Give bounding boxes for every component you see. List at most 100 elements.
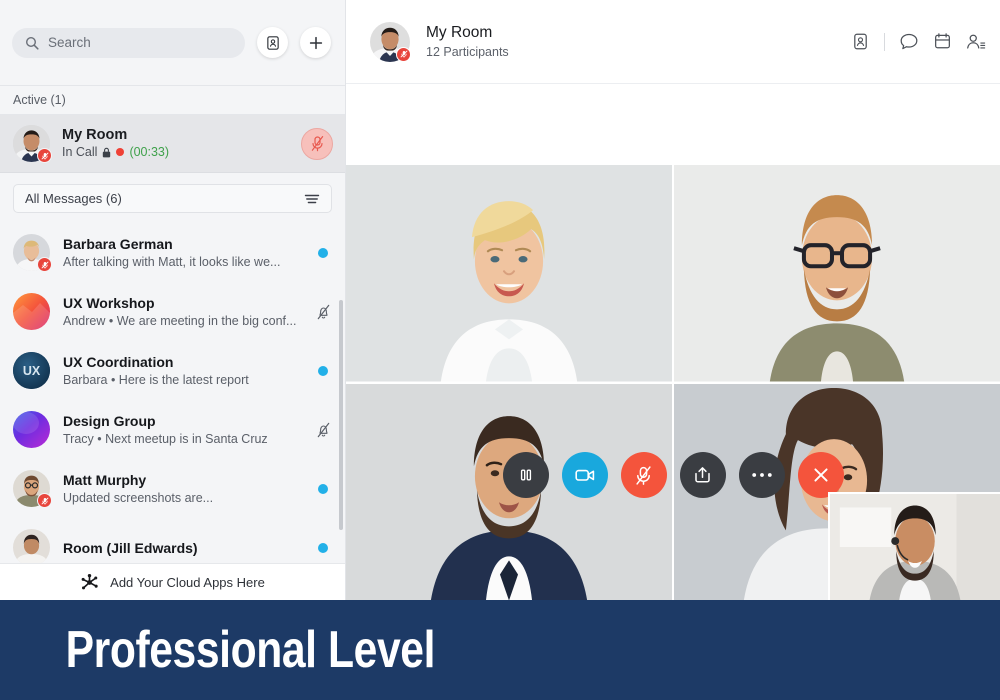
bell-muted-icon	[316, 304, 331, 320]
cloud-apps-starburst-icon	[80, 573, 99, 592]
cloud-apps-bar[interactable]: Add Your Cloud Apps Here	[0, 563, 345, 600]
list-item-name: Design Group	[63, 412, 156, 429]
list-item-name: Barbara German	[63, 235, 173, 252]
list-item-meta: Matt Murphy Updated screenshots are...	[63, 471, 301, 507]
list-item-preview: Barbara • Here is the latest report	[63, 372, 249, 387]
call-timer: (00:33)	[129, 144, 170, 159]
video-tile[interactable]	[346, 165, 672, 382]
list-item-status	[314, 365, 332, 376]
contact-card-icon	[265, 35, 281, 51]
share-upload-icon	[692, 465, 713, 485]
main-panel: My Room 12 Participants	[346, 0, 1000, 600]
video-area-spacer	[346, 84, 1000, 165]
svg-text:UX: UX	[23, 364, 41, 378]
active-room-status-text: In Call	[62, 144, 98, 159]
calendar-icon[interactable]	[933, 32, 952, 51]
list-item-name: UX Coordination	[63, 353, 174, 370]
room-header-actions	[851, 32, 986, 51]
mic-muted-badge	[37, 257, 52, 272]
list-item-meta: UX Workshop Andrew • We are meeting in t…	[63, 294, 301, 330]
list-item-name: Matt Murphy	[63, 471, 147, 488]
lock-icon	[102, 147, 111, 158]
video-grid	[346, 165, 1000, 600]
list-item-preview: Andrew • We are meeting in the big conf.…	[63, 313, 297, 328]
sidebar: Search Active (1) My Room In Call (00:33…	[0, 0, 346, 600]
chat-bubble-icon[interactable]	[899, 32, 919, 51]
more-options-button[interactable]	[738, 452, 785, 498]
contacts-button[interactable]	[257, 27, 288, 58]
message-filter-label: All Messages (6)	[25, 191, 122, 206]
active-section-header: Active (1)	[0, 86, 345, 115]
contact-card-icon[interactable]	[851, 32, 870, 51]
divider	[884, 32, 885, 51]
list-item-status	[314, 422, 332, 438]
avatar-gradient	[13, 411, 50, 448]
hold-button[interactable]	[502, 452, 549, 498]
plus-icon	[308, 35, 324, 51]
sidebar-search-row: Search	[0, 0, 345, 86]
mic-muted-icon	[634, 465, 653, 486]
list-item[interactable]: Barbara German After talking with Matt, …	[0, 223, 345, 282]
list-item-preview: Tracy • Next meetup is in Santa Cruz	[63, 431, 268, 446]
mic-muted-icon	[310, 135, 325, 152]
pause-icon	[517, 466, 535, 484]
list-item-meta: Room (Jill Edwards)	[63, 539, 301, 557]
page-title: My Room	[426, 23, 493, 41]
avatar	[13, 293, 50, 330]
share-screen-button[interactable]	[679, 452, 726, 498]
list-item-name: UX Workshop	[63, 294, 155, 311]
list-item-name: Room (Jill Edwards)	[63, 539, 198, 556]
search-icon	[25, 36, 39, 50]
video-tile[interactable]	[674, 165, 1000, 382]
list-item-status	[314, 247, 332, 258]
avatar	[13, 234, 52, 272]
active-room-title: My Room	[62, 126, 128, 143]
unread-dot-icon	[318, 542, 328, 553]
add-button[interactable]	[300, 27, 331, 58]
record-dot-icon	[116, 148, 125, 156]
participants-list-icon[interactable]	[966, 32, 986, 51]
mute-button[interactable]	[620, 452, 667, 498]
cloud-apps-label: Add Your Cloud Apps Here	[110, 574, 265, 590]
message-filter-dropdown[interactable]: All Messages (6)	[13, 184, 332, 213]
list-item-preview: Updated screenshots are...	[63, 490, 214, 505]
filter-lines-icon[interactable]	[304, 193, 320, 205]
room-header-meta: My Room 12 Participants	[426, 23, 835, 61]
promo-banner: Professional Level	[0, 600, 1000, 700]
list-item[interactable]: Matt Murphy Updated screenshots are...	[0, 459, 345, 518]
room-header: My Room 12 Participants	[346, 0, 1000, 84]
list-item-status	[314, 304, 332, 320]
active-room-mute-button[interactable]	[301, 127, 333, 160]
unread-dot-icon	[318, 483, 328, 494]
message-list: Barbara German After talking with Matt, …	[0, 223, 345, 577]
search-input[interactable]: Search	[12, 27, 245, 58]
ellipsis-icon	[751, 472, 773, 478]
video-button[interactable]	[561, 452, 608, 498]
list-item-meta: Barbara German After talking with Matt, …	[63, 235, 301, 271]
list-item-meta: UX Coordination Barbara • Here is the la…	[63, 353, 301, 389]
avatar-gradient	[13, 293, 50, 330]
list-item[interactable]: UX UX Coordination Barbara • Here is the…	[0, 341, 345, 400]
close-x-icon	[811, 465, 831, 485]
list-item[interactable]: UX Workshop Andrew • We are meeting in t…	[0, 282, 345, 341]
avatar	[13, 125, 52, 163]
avatar-photo	[13, 529, 50, 566]
message-filter-row: All Messages (6)	[0, 173, 345, 223]
mic-muted-badge	[37, 148, 52, 163]
active-room-row[interactable]: My Room In Call (00:33)	[0, 115, 345, 173]
unread-dot-icon	[318, 365, 328, 376]
avatar	[13, 529, 50, 566]
avatar	[13, 411, 50, 448]
avatar-initials: UX	[13, 352, 50, 389]
list-item-status	[314, 542, 332, 553]
mic-muted-badge	[396, 46, 411, 62]
participants-count: 12 Participants	[426, 44, 509, 59]
bell-muted-icon	[316, 422, 331, 438]
video-camera-icon	[574, 466, 596, 484]
search-placeholder: Search	[48, 35, 91, 50]
self-view-tile[interactable]	[828, 492, 1000, 600]
list-item[interactable]: Design Group Tracy • Next meetup is in S…	[0, 400, 345, 459]
active-room-status: In Call (00:33)	[62, 144, 289, 161]
sidebar-scrollbar[interactable]	[339, 300, 343, 530]
app-window: Search Active (1) My Room In Call (00:33…	[0, 0, 1000, 700]
